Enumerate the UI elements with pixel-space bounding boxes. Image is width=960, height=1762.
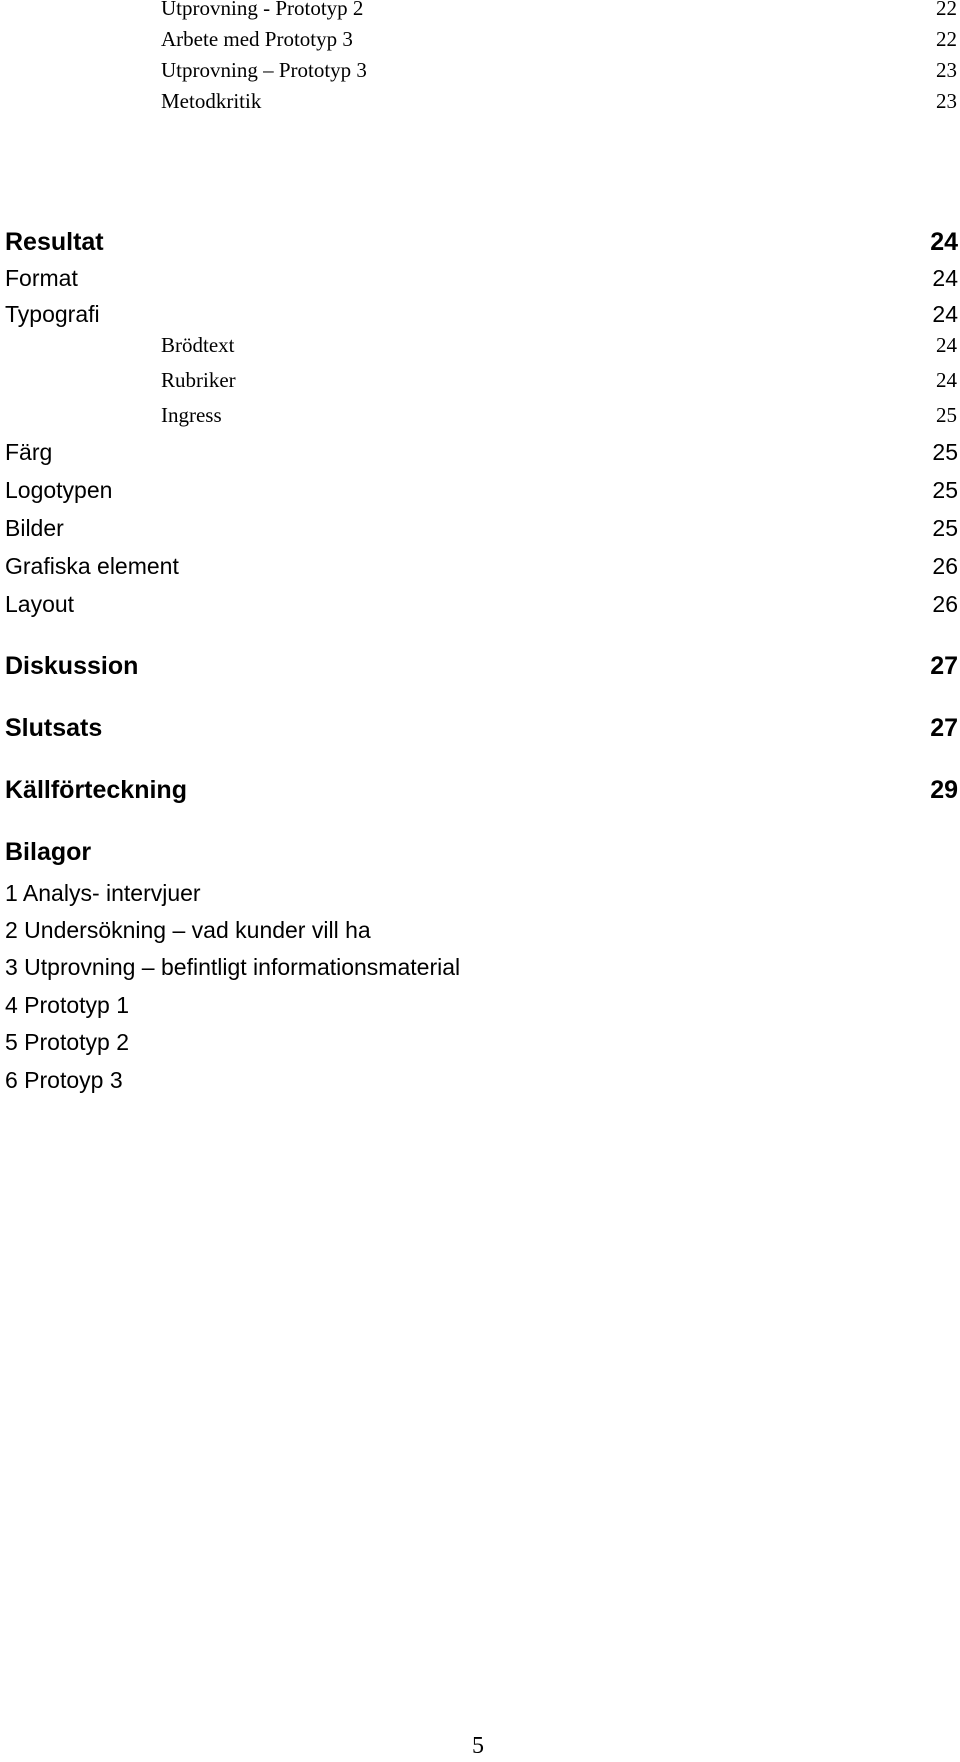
toc-entry-label: Rubriker [161, 368, 236, 392]
toc-section-bilagor: Bilagor [0, 838, 960, 868]
toc-entry-label: Metodkritik [161, 89, 262, 113]
toc-section-page: 29 [930, 776, 958, 804]
toc-entry[interactable]: Arbete med Prototyp 3 22 [0, 27, 960, 57]
toc-section-page: 24 [930, 228, 958, 256]
toc-entry-label: Arbete med Prototyp 3 [161, 27, 353, 51]
toc-entry[interactable]: Ingress 25 [0, 403, 960, 433]
toc-entry-page: 24 [932, 301, 958, 327]
toc-entry-page: 24 [936, 333, 957, 357]
toc-entry-page: 26 [932, 591, 958, 617]
toc-entry[interactable]: Typografi 24 [0, 301, 960, 331]
toc-entry[interactable]: Brödtext 24 [0, 333, 960, 363]
appendix-item[interactable]: 4 Prototyp 1 [5, 992, 129, 1019]
toc-entry[interactable]: Färg 25 [0, 439, 960, 469]
toc-entry-label: Logotypen [5, 477, 113, 503]
toc-section-slutsats[interactable]: Slutsats 27 [0, 714, 960, 744]
toc-entry-page: 23 [936, 89, 957, 113]
toc-section-page: 27 [930, 652, 958, 680]
appendix-item[interactable]: 6 Protoyp 3 [5, 1067, 123, 1094]
toc-entry-page: 22 [936, 27, 957, 51]
toc-section-label: Slutsats [5, 714, 103, 742]
toc-section-label: Diskussion [5, 652, 139, 680]
toc-entry-page: 24 [932, 265, 958, 291]
toc-entry-label: Layout [5, 591, 75, 617]
toc-entry-page: 25 [936, 403, 957, 427]
toc-entry-label: Utprovning - Prototyp 2 [161, 0, 364, 20]
toc-entry-page: 24 [936, 368, 957, 392]
toc-entry[interactable]: Format 24 [0, 265, 960, 295]
toc-entry[interactable]: Bilder 25 [0, 515, 960, 545]
toc-entry-page: 25 [932, 477, 958, 503]
toc-section-resultat[interactable]: Resultat 24 [0, 228, 960, 258]
toc-entry-page: 23 [936, 58, 957, 82]
toc-section-kallforteckning[interactable]: Källförteckning 29 [0, 776, 960, 806]
toc-section-label: Källförteckning [5, 776, 187, 804]
toc-entry-page: 25 [932, 439, 958, 465]
toc-section-diskussion[interactable]: Diskussion 27 [0, 652, 960, 682]
appendix-item[interactable]: 2 Undersökning – vad kunder vill ha [5, 917, 371, 944]
toc-section-page: 27 [930, 714, 958, 742]
appendix-item[interactable]: 1 Analys- intervjuer [5, 880, 201, 907]
toc-entry-label: Bilder [5, 515, 64, 541]
bilagor-heading: Bilagor [5, 838, 92, 866]
toc-entry[interactable]: Metodkritik 23 [0, 89, 960, 119]
toc-entry-label: Ingress [161, 403, 222, 427]
toc-entry[interactable]: Grafiska element 26 [0, 553, 960, 583]
toc-entry[interactable]: Utprovning - Prototyp 2 22 [0, 0, 960, 26]
toc-entry[interactable]: Rubriker 24 [0, 368, 960, 398]
toc-entry-label: Format [5, 265, 78, 291]
toc-entry-label: Utprovning – Prototyp 3 [161, 58, 367, 82]
page-number: 5 [472, 1733, 484, 1759]
toc-entry-label: Brödtext [161, 333, 235, 357]
toc-entry-label: Typografi [5, 301, 100, 327]
toc-entry-label: Grafiska element [5, 553, 179, 579]
toc-entry-label: Färg [5, 439, 53, 465]
toc-entry-page: 26 [932, 553, 958, 579]
appendix-item[interactable]: 5 Prototyp 2 [5, 1029, 129, 1056]
toc-entry-page: 25 [932, 515, 958, 541]
appendix-item[interactable]: 3 Utprovning – befintligt informationsma… [5, 954, 460, 981]
toc-entry-page: 22 [936, 0, 957, 20]
toc-section-label: Resultat [5, 228, 104, 256]
toc-entry[interactable]: Layout 26 [0, 591, 960, 621]
toc-entry[interactable]: Logotypen 25 [0, 477, 960, 507]
toc-entry[interactable]: Utprovning – Prototyp 3 23 [0, 58, 960, 88]
